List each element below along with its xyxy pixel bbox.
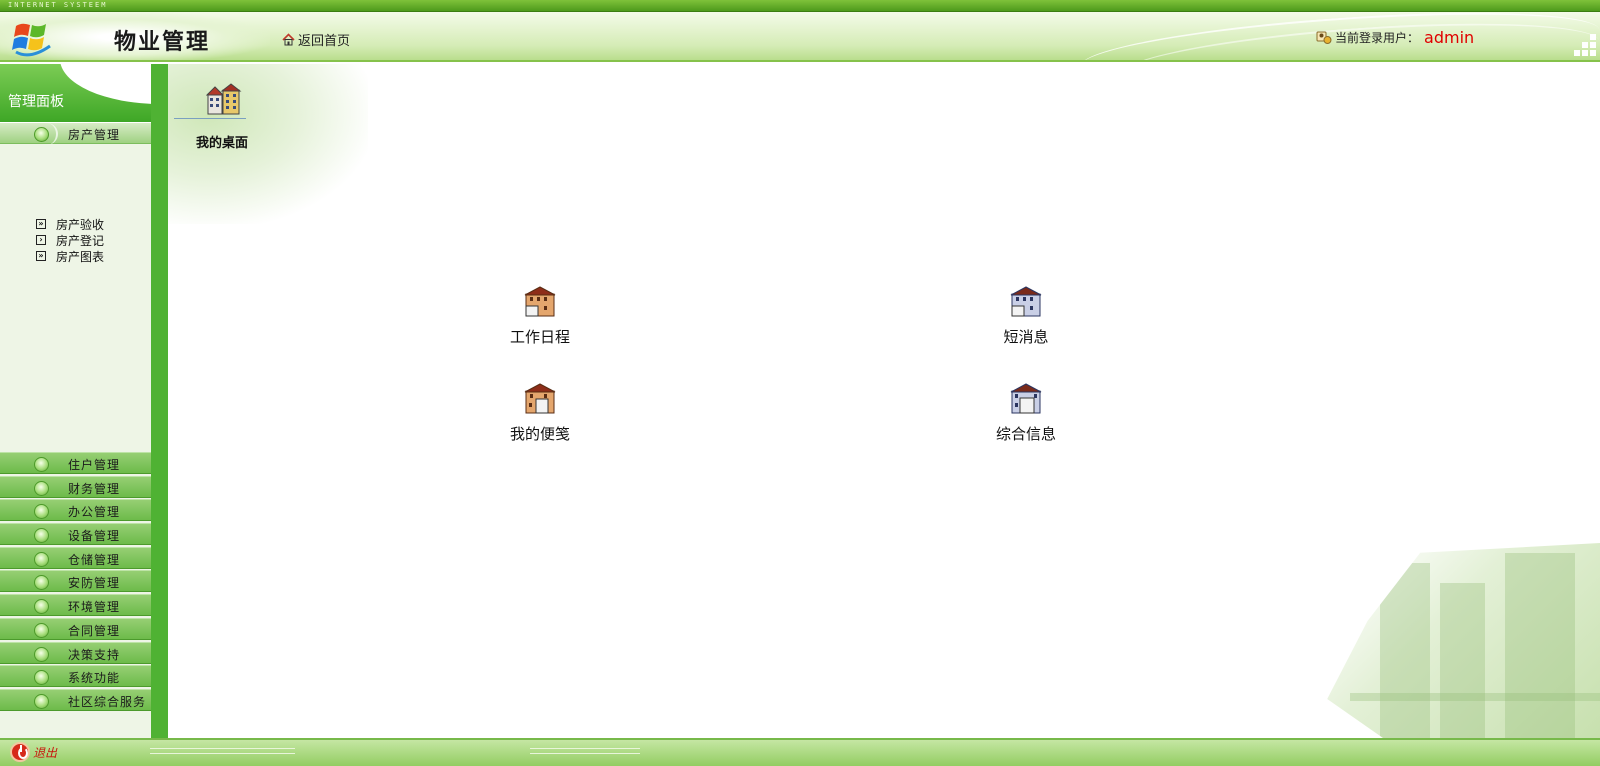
buildings-icon <box>206 83 242 115</box>
double-arrow-icon: » <box>36 251 46 261</box>
panel-title: 管理面板 <box>8 94 64 110</box>
menu-label: 安防管理 <box>68 576 121 590</box>
current-user-info: 当前登录用户： admin <box>1316 28 1474 47</box>
shortcut-short-message[interactable]: 短消息 <box>966 284 1086 347</box>
menu-label: 社区综合服务 <box>68 695 147 709</box>
shortcut-my-notes[interactable]: 我的便笺 <box>480 381 600 444</box>
desktop-underline <box>174 118 246 122</box>
top-strip: INTERNET SYSTEEM <box>0 0 1600 12</box>
header: 物业管理 返回首页 当前登录用户： admin <box>0 12 1600 62</box>
menu-property-management[interactable]: 房产管理 <box>0 122 151 145</box>
menu-label: 房产管理 <box>68 128 121 142</box>
menu-label: 环境管理 <box>68 600 121 614</box>
menu-label: 办公管理 <box>68 505 121 519</box>
app-title: 物业管理 <box>114 29 211 55</box>
sidebar: 管理面板 房产管理 » 房产验收 › 房产登记 » 房产图表 住户管理 财务管理… <box>0 64 168 738</box>
shortcut-label: 工作日程 <box>509 328 570 346</box>
menu-bullet-icon <box>34 481 49 496</box>
menu-finance-management[interactable]: 财务管理 <box>0 476 151 498</box>
menu-label: 住户管理 <box>68 458 121 472</box>
menu-storage-management[interactable]: 仓储管理 <box>0 547 151 569</box>
menu-bullet-icon <box>34 670 49 685</box>
sidebar-panel: 管理面板 房产管理 » 房产验收 › 房产登记 » 房产图表 住户管理 财务管理… <box>0 64 151 738</box>
submenu-item-charts[interactable]: » 房产图表 <box>36 248 104 264</box>
footer-decoration <box>530 748 640 754</box>
my-desktop-shortcut[interactable] <box>196 82 252 118</box>
menu-bullet-icon <box>34 552 49 567</box>
menu-label: 财务管理 <box>68 482 121 496</box>
system-label: INTERNET SYSTEEM <box>8 1 108 9</box>
shortcut-label: 综合信息 <box>995 425 1056 443</box>
menu-bullet-icon <box>34 504 49 519</box>
property-submenu: » 房产验收 › 房产登记 » 房产图表 <box>36 216 104 264</box>
windows-logo-icon <box>12 23 51 57</box>
footer-decoration <box>150 748 295 754</box>
main-content: 我的桌面 工作日程 短消息 我的便笺 综合信息 <box>168 64 1600 738</box>
decorative-dots-icon <box>1574 34 1596 56</box>
menu-label: 合同管理 <box>68 624 121 638</box>
message-icon <box>1010 286 1042 317</box>
menu-bracket-decoration <box>46 123 58 145</box>
user-label: 当前登录用户： <box>1335 31 1420 45</box>
menu-system-functions[interactable]: 系统功能 <box>0 665 151 687</box>
my-desktop-label: 我的桌面 <box>196 136 249 151</box>
user-name: admin <box>1424 28 1475 47</box>
menu-bullet-icon <box>34 647 49 662</box>
footer: 退出 <box>0 738 1600 766</box>
submenu-item-registration[interactable]: › 房产登记 <box>36 232 104 248</box>
menu-bullet-icon <box>34 575 49 590</box>
shortcut-general-info[interactable]: 综合信息 <box>966 381 1086 444</box>
menu-bullet-icon <box>34 457 49 472</box>
menu-equipment-management[interactable]: 设备管理 <box>0 523 151 545</box>
notes-icon <box>524 383 556 414</box>
shortcut-label: 短消息 <box>1003 328 1049 346</box>
building-background-image <box>1327 543 1600 738</box>
home-icon <box>282 33 295 46</box>
menu-decision-support[interactable]: 决策支持 <box>0 642 151 664</box>
menu-bullet-icon <box>34 599 49 614</box>
double-arrow-icon: » <box>36 219 46 229</box>
menu-community-services[interactable]: 社区综合服务 <box>0 689 151 711</box>
submenu-item-label: 房产图表 <box>56 249 105 264</box>
menu-label: 决策支持 <box>68 648 121 662</box>
shortcut-label: 我的便笺 <box>509 425 570 443</box>
menu-office-management[interactable]: 办公管理 <box>0 499 151 521</box>
menu-label: 仓储管理 <box>68 553 121 567</box>
menu-bullet-icon <box>34 623 49 638</box>
info-icon <box>1010 383 1042 414</box>
home-link-label: 返回首页 <box>298 34 351 49</box>
menu-bullet-icon <box>34 694 49 709</box>
menu-environment-management[interactable]: 环境管理 <box>0 594 151 616</box>
menu-bullet-icon <box>34 528 49 543</box>
logout-label: 退出 <box>33 745 58 760</box>
panel-header-curve <box>60 64 151 104</box>
menu-contract-management[interactable]: 合同管理 <box>0 618 151 640</box>
power-icon <box>10 742 30 762</box>
submenu-item-acceptance[interactable]: » 房产验收 <box>36 216 104 232</box>
submenu-item-label: 房产登记 <box>56 233 105 248</box>
schedule-icon <box>524 286 556 317</box>
menu-label: 系统功能 <box>68 671 121 685</box>
submenu-item-label: 房产验收 <box>56 217 105 232</box>
single-arrow-icon: › <box>36 235 46 245</box>
panel-header: 管理面板 <box>0 64 151 122</box>
home-link[interactable]: 返回首页 <box>282 30 350 49</box>
logout-button[interactable]: 退出 <box>10 742 57 762</box>
menu-security-management[interactable]: 安防管理 <box>0 570 151 592</box>
menu-resident-management[interactable]: 住户管理 <box>0 452 151 474</box>
user-icon <box>1316 31 1332 44</box>
shortcut-work-schedule[interactable]: 工作日程 <box>480 284 600 347</box>
menu-label: 设备管理 <box>68 529 121 543</box>
